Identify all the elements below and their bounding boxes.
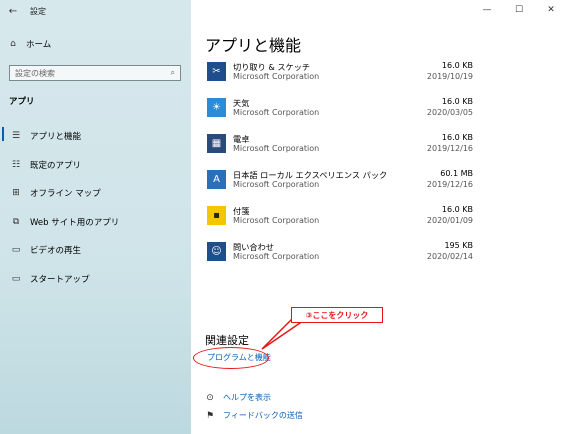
search-icon[interactable]: ⌕ bbox=[171, 68, 175, 78]
home-label: ホーム bbox=[26, 40, 52, 50]
app-date: 2020/03/05 bbox=[426, 108, 473, 117]
sidebar-item-label: スタートアップ bbox=[30, 274, 90, 285]
sidebar-item-startup[interactable]: ▭ スタートアップ bbox=[0, 265, 191, 294]
sticky-notes-icon: ▪ bbox=[207, 206, 226, 225]
sidebar-item-label: オフライン マップ bbox=[30, 189, 101, 200]
calculator-icon: ▦ bbox=[207, 134, 226, 153]
settings-sidebar: ← 設定 ⌂ ホーム 設定の検索 ⌕ アプリ ☰ アプリと機能 ☷ 既定のアプリ… bbox=[0, 0, 191, 434]
app-publisher: Microsoft Corporation bbox=[233, 144, 320, 153]
help-label: ヘルプを表示 bbox=[223, 393, 271, 402]
default-apps-icon: ☷ bbox=[11, 159, 21, 170]
app-list: ✂ 切り取り & スケッチ Microsoft Corporation 16.0… bbox=[205, 58, 473, 274]
app-size: 16.0 KB bbox=[441, 205, 473, 214]
page-title: アプリと機能 bbox=[205, 36, 302, 55]
home-link[interactable]: ⌂ ホーム bbox=[8, 38, 51, 50]
search-placeholder: 設定の検索 bbox=[15, 68, 55, 78]
app-date: 2020/02/14 bbox=[426, 252, 473, 261]
weather-icon: ☀ bbox=[207, 98, 226, 117]
startup-icon: ▭ bbox=[11, 273, 21, 284]
highlight-oval bbox=[193, 347, 269, 369]
feedback-link[interactable]: ⚑ フィードバックの送信 bbox=[205, 410, 303, 421]
app-publisher: Microsoft Corporation bbox=[233, 180, 320, 189]
title-bar: ← 設定 bbox=[0, 0, 191, 22]
maximize-button[interactable]: ☐ bbox=[503, 0, 535, 20]
sidebar-item-label: ビデオの再生 bbox=[30, 246, 82, 257]
app-date: 2019/10/19 bbox=[426, 72, 473, 81]
app-publisher: Microsoft Corporation bbox=[233, 108, 320, 117]
contact-support-icon: ☺ bbox=[207, 242, 226, 261]
main-content: — ☐ ✕ アプリと機能 ✂ 切り取り & スケッチ Microsoft Cor… bbox=[191, 0, 567, 434]
callout-label: ③ここをクリック bbox=[291, 307, 383, 323]
app-size: 60.1 MB bbox=[440, 169, 473, 178]
window-title: 設定 bbox=[30, 6, 46, 16]
app-row-weather[interactable]: ☀ 天気 Microsoft Corporation 16.0 KB 2020/… bbox=[205, 94, 473, 130]
list-icon: ☰ bbox=[11, 131, 21, 142]
app-size: 195 KB bbox=[444, 241, 473, 250]
settings-search-input[interactable]: 設定の検索 ⌕ bbox=[9, 65, 181, 81]
minimize-button[interactable]: — bbox=[471, 0, 503, 20]
feedback-icon: ⚑ bbox=[205, 410, 215, 421]
sidebar-item-label: アプリと機能 bbox=[30, 132, 82, 143]
sidebar-item-apps-for-websites[interactable]: ⧉ Web サイト用のアプリ bbox=[0, 208, 191, 237]
app-publisher: Microsoft Corporation bbox=[233, 216, 320, 225]
app-date: 2020/01/09 bbox=[426, 216, 473, 225]
section-label: アプリ bbox=[9, 97, 35, 107]
back-button[interactable]: ← bbox=[0, 0, 26, 22]
app-size: 16.0 KB bbox=[441, 61, 473, 70]
video-icon: ▭ bbox=[11, 245, 21, 256]
sidebar-nav: ☰ アプリと機能 ☷ 既定のアプリ ⊞ オフライン マップ ⧉ Web サイト用… bbox=[0, 122, 191, 293]
app-size: 16.0 KB bbox=[441, 97, 473, 106]
app-date: 2019/12/16 bbox=[426, 144, 473, 153]
website-apps-icon: ⧉ bbox=[12, 216, 20, 227]
app-publisher: Microsoft Corporation bbox=[233, 72, 320, 81]
help-icon: ⊙ bbox=[206, 392, 214, 403]
map-icon: ⊞ bbox=[12, 188, 20, 199]
app-size: 16.0 KB bbox=[441, 133, 473, 142]
app-row-contact-support[interactable]: ☺ 問い合わせ Microsoft Corporation 195 KB 202… bbox=[205, 238, 473, 274]
related-settings-heading: 関連設定 bbox=[205, 334, 249, 347]
feedback-label: フィードバックの送信 bbox=[223, 411, 303, 420]
sidebar-item-label: 既定のアプリ bbox=[30, 160, 82, 171]
close-button[interactable]: ✕ bbox=[535, 0, 567, 20]
home-icon: ⌂ bbox=[10, 39, 16, 49]
language-pack-icon: A bbox=[207, 170, 226, 189]
app-publisher: Microsoft Corporation bbox=[233, 252, 320, 261]
sidebar-item-offline-maps[interactable]: ⊞ オフライン マップ bbox=[0, 179, 191, 208]
sidebar-item-apps-features[interactable]: ☰ アプリと機能 bbox=[0, 122, 191, 151]
sidebar-item-default-apps[interactable]: ☷ 既定のアプリ bbox=[0, 151, 191, 180]
app-row-calculator[interactable]: ▦ 電卓 Microsoft Corporation 16.0 KB 2019/… bbox=[205, 130, 473, 166]
scrollbar[interactable] bbox=[562, 22, 565, 432]
app-row-sticky-notes[interactable]: ▪ 付箋 Microsoft Corporation 16.0 KB 2020/… bbox=[205, 202, 473, 238]
get-help-link[interactable]: ⊙ ヘルプを表示 bbox=[205, 392, 271, 403]
sidebar-item-video-playback[interactable]: ▭ ビデオの再生 bbox=[0, 236, 191, 265]
sidebar-item-label: Web サイト用のアプリ bbox=[30, 217, 120, 228]
app-row-snip-sketch[interactable]: ✂ 切り取り & スケッチ Microsoft Corporation 16.0… bbox=[205, 58, 473, 94]
app-date: 2019/12/16 bbox=[426, 180, 473, 189]
window-controls: — ☐ ✕ bbox=[471, 0, 567, 20]
app-row-japanese-lxp[interactable]: A 日本語 ローカル エクスペリエンス パック Microsoft Corpor… bbox=[205, 166, 473, 202]
snip-sketch-icon: ✂ bbox=[207, 62, 226, 81]
